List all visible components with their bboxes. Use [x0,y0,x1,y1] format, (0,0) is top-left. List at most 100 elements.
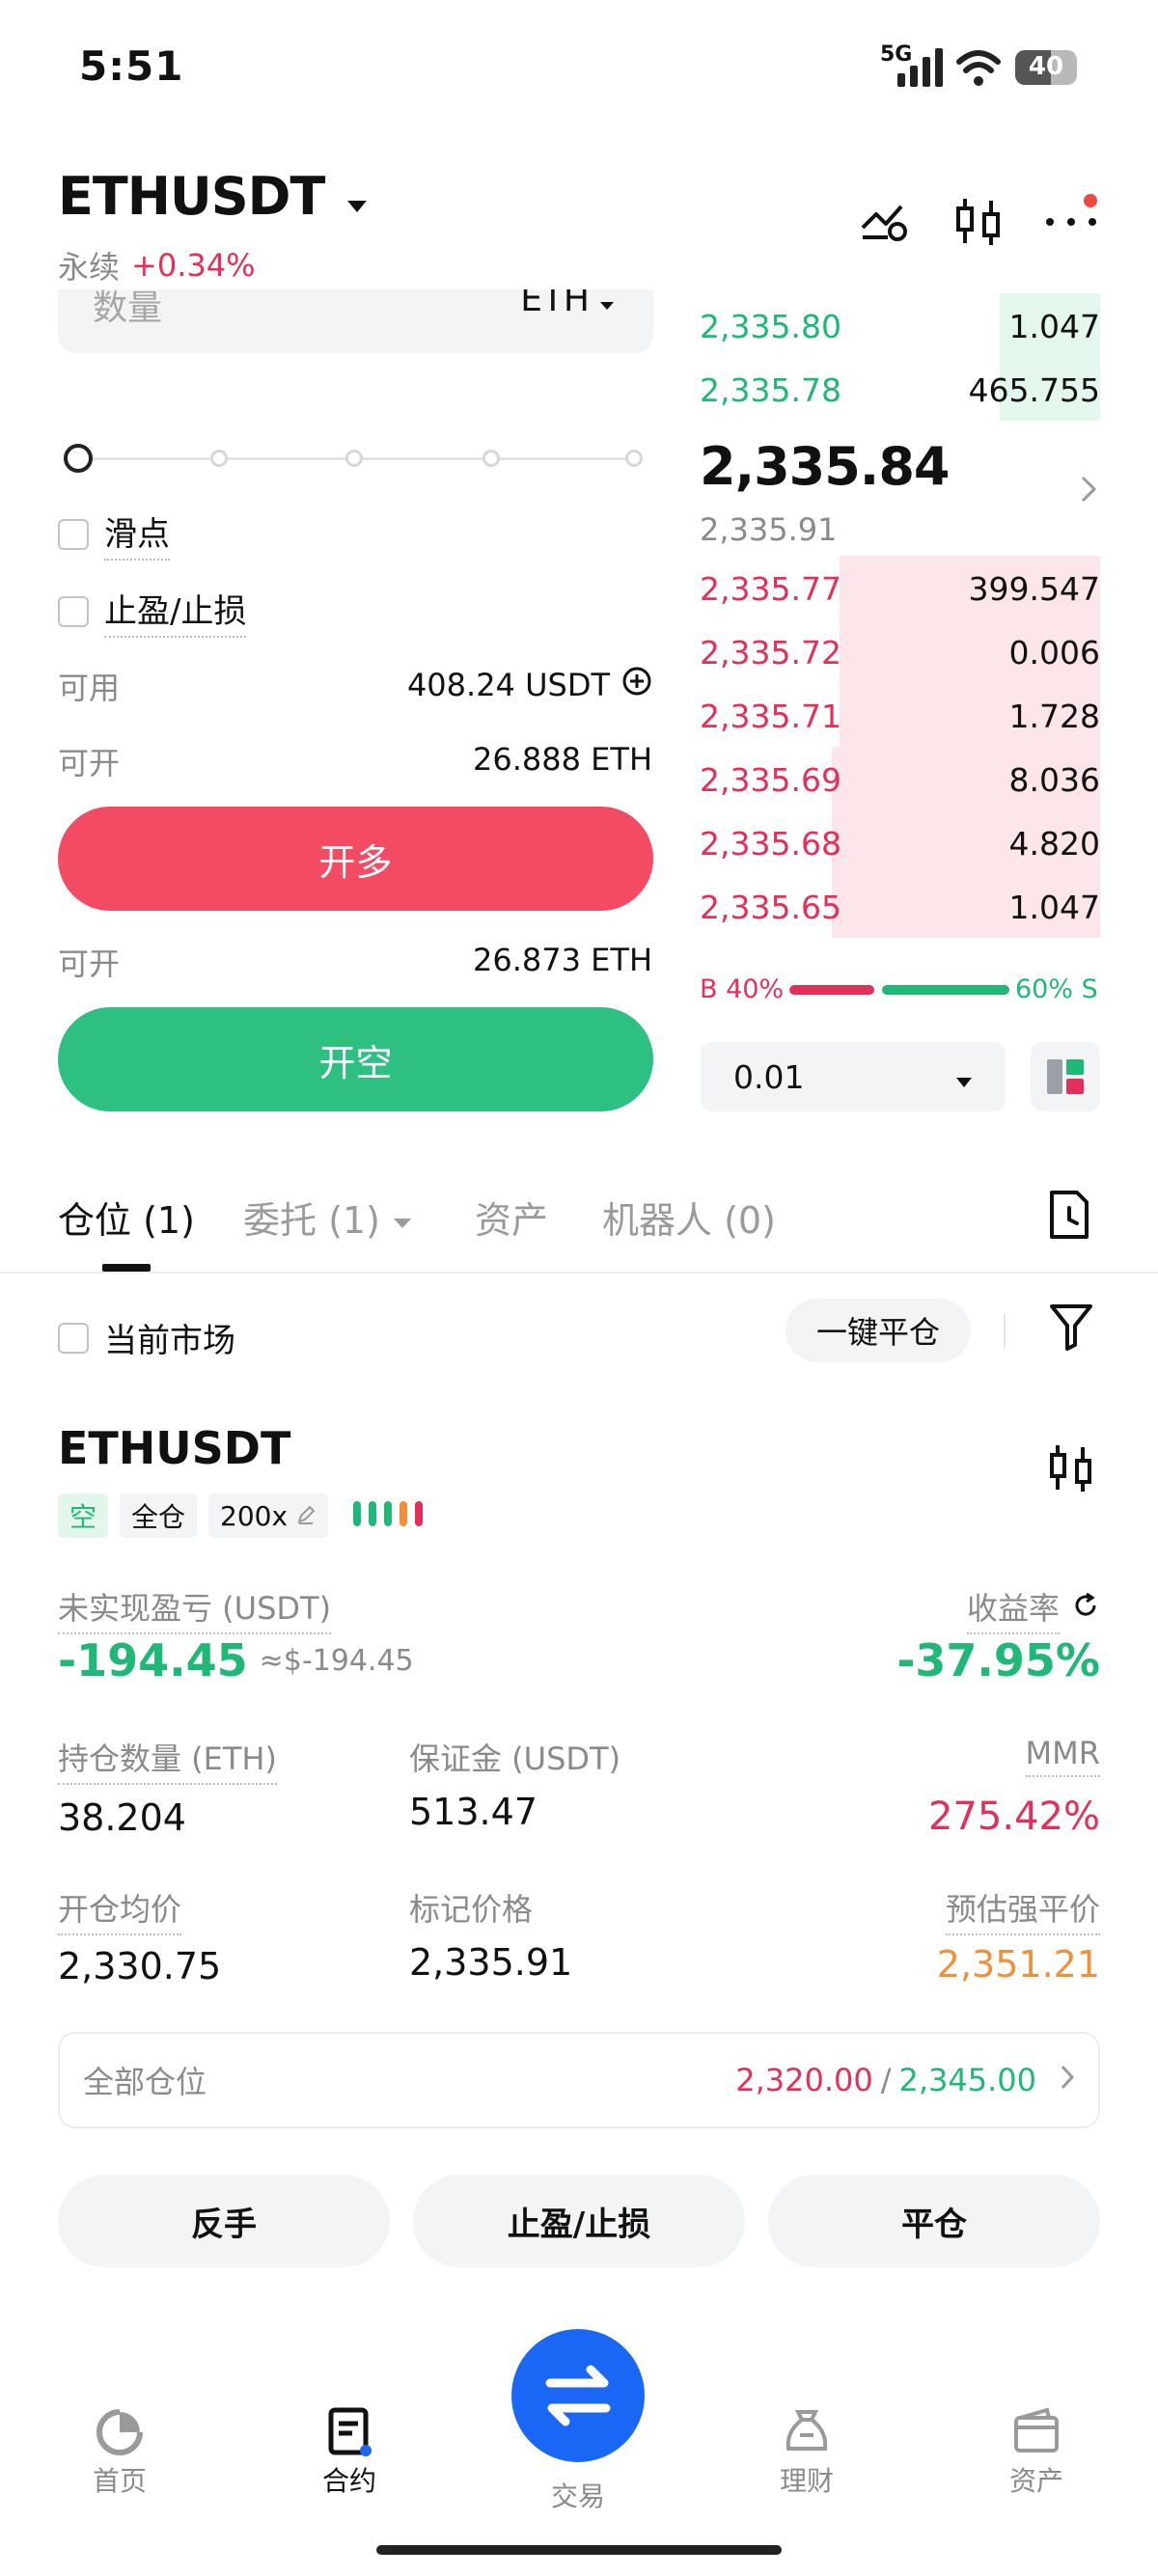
nav-home-label: 首页 [92,2465,147,2497]
entry-price-label[interactable]: 开仓均价 [58,1885,182,1935]
position-chart-icon[interactable] [1048,1441,1094,1499]
wallet-icon [969,2406,1104,2460]
home-indicator [376,2545,782,2555]
signal-icon [897,46,946,93]
nav-trade-label[interactable]: 交易 [510,2476,646,2514]
orderbook-layout-button[interactable] [1031,1042,1100,1111]
indicator-chart-icon[interactable] [859,199,911,249]
bid-row[interactable]: 2,335.72 0.006 [700,619,1100,683]
bid-row[interactable]: 2,335.68 4.820 [700,810,1100,874]
ask-row[interactable]: 2,335.80 1.047 [700,293,1100,357]
filter-icon[interactable] [1048,1302,1094,1357]
current-market-label: 当前市场 [104,1322,235,1360]
size-label[interactable]: 持仓数量 (ETH) [58,1735,277,1785]
bid-row[interactable]: 2,335.71 1.728 [700,683,1100,747]
caret-down-icon [599,289,615,319]
side-tag-label: 空 [69,1501,97,1533]
bid-row[interactable]: 2,335.69 8.036 [700,747,1100,810]
tab-bots[interactable]: 机器人 (0) [602,1191,776,1244]
quantity-placeholder: 数量 [93,289,163,328]
caret-down-icon [955,1058,973,1096]
slider-step[interactable] [345,450,363,467]
upnl-label[interactable]: 未实现盈亏 (USDT) [58,1584,332,1634]
tabs-divider [0,1272,1158,1274]
earn-icon [739,2406,874,2460]
liq-price-label[interactable]: 预估强平价 [945,1885,1100,1935]
transfer-plus-icon[interactable] [621,666,652,704]
ask-qty: 465.755 [968,371,1100,409]
bid-price: 2,335.72 [700,634,841,671]
stop-loss-value: 2,345.00 [898,2062,1037,2098]
tab-positions[interactable]: 仓位 (1) [58,1191,195,1244]
slider-step[interactable] [482,450,500,467]
sell-ratio-label: 60% S [1015,974,1098,1004]
slippage-option[interactable]: 滑点 [58,507,170,561]
tpsl-button[interactable]: 止盈/止损 [413,2175,745,2267]
tab-assets[interactable]: 资产 [475,1191,548,1244]
tab-orders[interactable]: 委托 (1) [243,1191,413,1244]
buy-ratio-label: B 40% [700,974,785,1004]
liq-price-value: 2,351.21 [936,1943,1100,1986]
nav-earn[interactable]: 理财 [739,2406,874,2499]
price-change: +0.34% [131,247,256,284]
caret-down-icon [392,1196,413,1239]
upnl-value: -194.45 [58,1634,248,1686]
tpsl-checkbox[interactable] [58,595,89,627]
slider-step[interactable] [625,450,643,467]
history-icon[interactable] [1044,1189,1092,1245]
max-short-label: 可开 [58,945,121,982]
all-positions-tpsl-row[interactable]: 全部仓位 2,320.00 / 2,345.00 [58,2032,1100,2128]
position-symbol[interactable]: ETHUSDT [58,1422,290,1474]
position-tags: 空 全仓 200x [58,1494,432,1538]
tpsl-label: 止盈/止损 [104,585,247,638]
open-long-button[interactable]: 开多 [58,807,653,911]
filter-divider [1004,1314,1006,1349]
nav-home[interactable]: 首页 [52,2406,187,2499]
nav-futures[interactable]: 合约 [282,2406,417,2499]
margin-label: 保证金 (USDT) [409,1740,621,1777]
bid-price: 2,335.65 [700,889,841,926]
quantity-input[interactable]: 数量 ETH [58,289,653,353]
roe-label-group[interactable]: 收益率 [966,1584,1100,1634]
tpsl-option[interactable]: 止盈/止损 [58,585,247,638]
current-market-filter[interactable]: 当前市场 [58,1314,235,1361]
nav-earn-label: 理财 [779,2465,834,2497]
nav-trade-button[interactable] [511,2329,645,2462]
close-position-button[interactable]: 平仓 [768,2175,1100,2267]
symbol-selector[interactable]: ETHUSDT [58,166,369,227]
buy-sell-ratio-bar [789,985,1009,995]
contract-type: 永续 [58,249,121,286]
refresh-icon[interactable] [1071,1591,1100,1628]
nav-futures-label: 合约 [321,2465,376,2497]
precision-selector[interactable]: 0.01 [701,1042,1006,1111]
chevron-right-icon [1060,2062,1075,2098]
take-profit-value: 2,320.00 [735,2062,873,2098]
chevron-right-icon[interactable] [1079,475,1098,507]
quantity-unit-selector[interactable]: ETH [520,289,615,319]
margin-mode-tag: 全仓 [120,1494,198,1538]
mmr-label[interactable]: MMR [1025,1735,1100,1777]
entry-price-value: 2,330.75 [58,1945,222,1987]
slippage-checkbox[interactable] [58,518,89,550]
max-short-value: 26.873 ETH [473,942,652,978]
margin-value: 513.47 [409,1791,538,1833]
all-positions-label: 全部仓位 [83,2064,207,2100]
last-price[interactable]: 2,335.84 [700,436,950,497]
bid-row[interactable]: 2,335.65 1.047 [700,874,1100,938]
candlestick-icon[interactable] [953,195,1004,253]
ask-row[interactable]: 2,335.78 465.755 [700,357,1100,421]
close-all-button[interactable]: 一键平仓 [786,1299,971,1362]
leverage-tag[interactable]: 200x [208,1494,329,1538]
size-value: 38.204 [58,1796,186,1839]
open-short-button[interactable]: 开空 [58,1007,653,1111]
slider-thumb[interactable] [64,444,93,473]
current-market-checkbox[interactable] [58,1322,89,1354]
max-long-label: 可开 [58,745,121,781]
upnl-value-group: -194.45 ≈$-194.45 [58,1634,414,1686]
slider-step[interactable] [210,450,228,467]
nav-assets[interactable]: 资产 [969,2406,1104,2499]
more-icon[interactable] [1044,193,1102,232]
mark-price-value: 2,335.91 [409,1941,573,1984]
bid-row[interactable]: 2,335.77 399.547 [700,556,1100,619]
reverse-button[interactable]: 反手 [58,2175,390,2267]
